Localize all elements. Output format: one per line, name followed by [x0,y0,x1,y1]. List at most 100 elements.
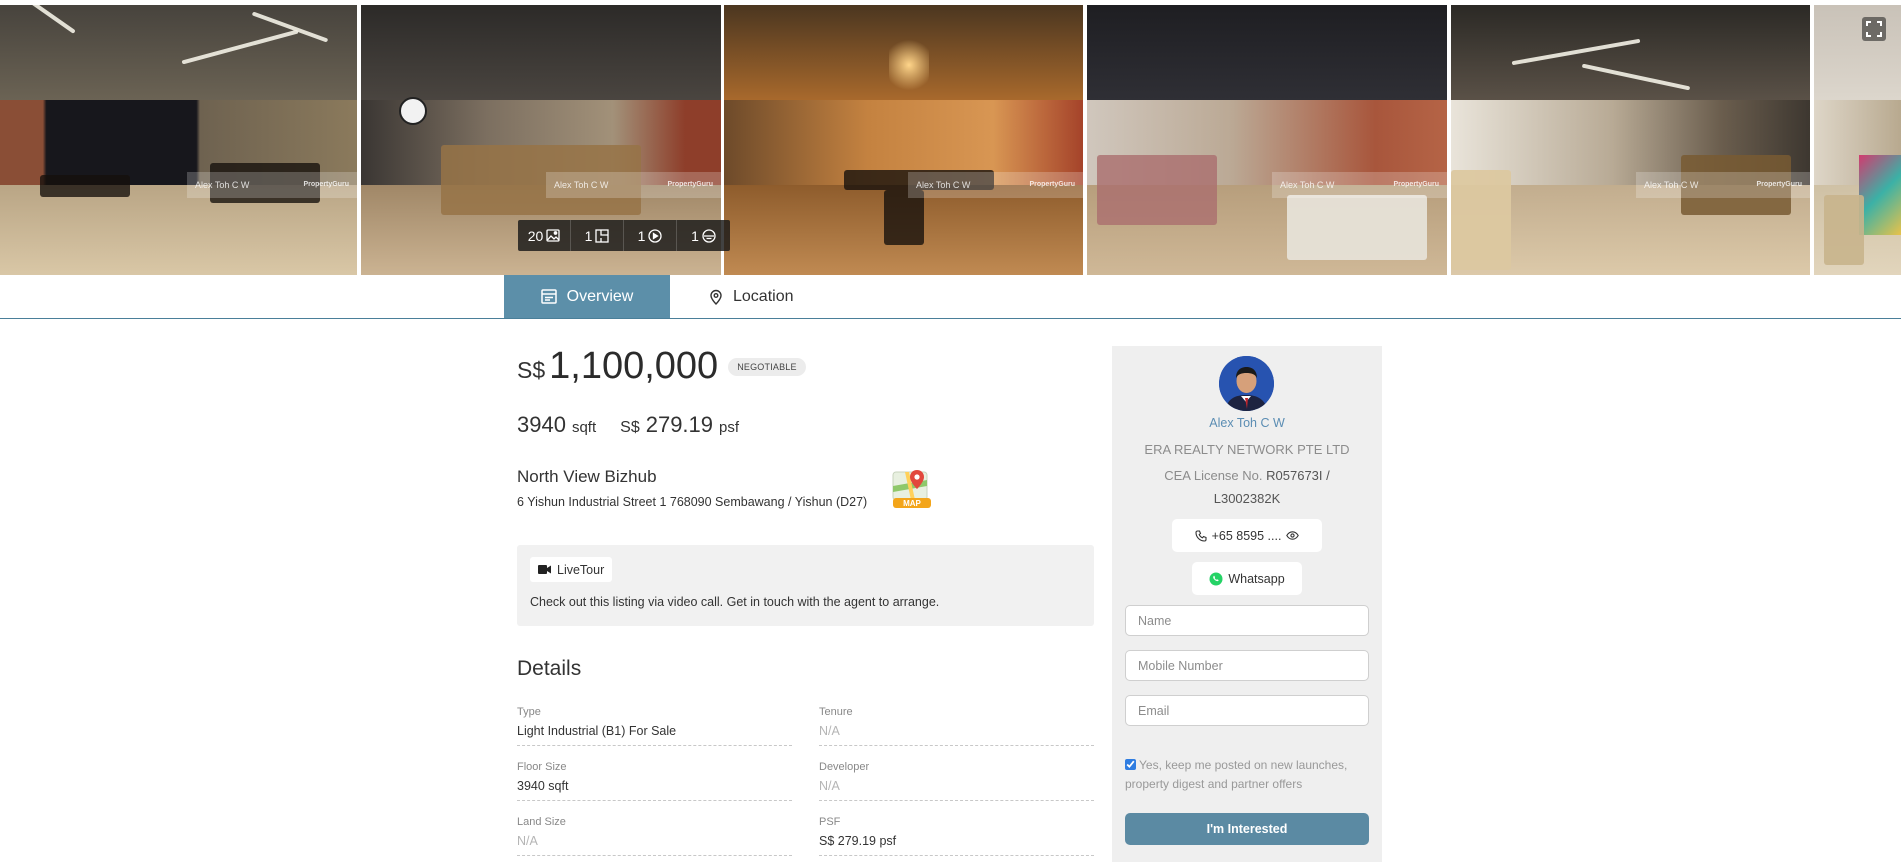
name-field[interactable] [1125,605,1369,636]
photo-watermark: Alex Toh C W PropertyGuru [1636,172,1810,198]
virtual-tour-counter[interactable]: 1 [677,220,730,251]
consent-label: Yes, keep me posted on new launches, pro… [1125,758,1348,791]
photo-artwork [1859,155,1901,235]
photos-counter[interactable]: 20 [518,220,571,251]
detail-type: Type Light Industrial (B1) For Sale [517,706,792,746]
detail-label: Tenure [819,706,853,718]
project-address: 6 Yishun Industrial Street 1 768090 Semb… [517,495,868,509]
videos-count: 1 [637,227,646,244]
gallery-photo-6[interactable] [1814,5,1901,275]
location-pin-icon [710,289,722,305]
negotiable-badge: NEGOTIABLE [728,358,806,376]
tab-location[interactable]: Location [709,275,794,318]
whatsapp-icon [1209,572,1223,585]
detail-label: Type [517,706,541,718]
photo-box [1824,195,1864,265]
agent-photo [1219,356,1274,411]
whatsapp-label: Whatsapp [1228,571,1285,586]
photo-sofa [1287,195,1427,260]
detail-value: N/A [819,724,840,738]
gallery-photo-3[interactable]: Alex Toh C W PropertyGuru [724,5,1083,275]
detail-label: Floor Size [517,761,567,773]
detail-tenure: Tenure N/A [819,706,1094,746]
whatsapp-button[interactable]: Whatsapp [1192,562,1302,595]
consent-row: Yes, keep me posted on new launches, pro… [1125,756,1369,794]
livetour-box: LiveTour Check out this listing via vide… [517,545,1094,626]
photo-ceiling [1087,5,1447,100]
map-label: MAP [903,499,921,508]
media-counters: 20 1 1 1 [518,220,730,251]
gallery-photo-4[interactable]: Alex Toh C W PropertyGuru [1087,5,1447,275]
detail-label: Land Size [517,816,566,828]
psf-currency: S$ [620,419,640,436]
phone-icon [1195,529,1207,542]
fullscreen-icon [1866,21,1882,37]
image-icon [546,229,560,242]
details-heading: Details [517,657,582,680]
floor-size-value: 3940 [517,412,566,437]
consent-checkbox[interactable] [1125,759,1136,770]
detail-psf: PSF S$ 279.19 psf [819,816,1094,856]
fullscreen-button[interactable] [1862,17,1886,41]
gallery-photo-5[interactable]: Alex Toh C W PropertyGuru [1451,5,1810,275]
tab-overview[interactable]: Overview [504,275,670,318]
detail-value: 3940 sqft [517,779,569,793]
photo-watermark: Alex Toh C W PropertyGuru [546,172,721,198]
livetour-badge[interactable]: LiveTour [530,557,613,582]
license-label: CEA License No. [1164,468,1263,483]
floorplan-icon [595,228,610,243]
detail-label: Developer [819,761,870,773]
livetour-label: LiveTour [557,562,605,577]
detail-value: N/A [819,779,840,793]
size-row: 3940 sqft S$ 279.19 psf [517,412,739,438]
price-row: S$ 1,100,000 NEGOTIABLE [517,345,806,395]
license-info: CEA License No. R057673I / L3002382K [1152,464,1342,510]
eye-icon [1286,531,1300,540]
detail-floor-size: Floor Size 3940 sqft [517,761,792,801]
tab-overview-label: Overview [566,287,634,305]
virtual-tour-count: 1 [691,227,699,244]
photo-ceiling [1814,5,1901,100]
project-info: North View Bizhub 6 Yishun Industrial St… [517,467,867,509]
email-field[interactable] [1125,695,1369,726]
listing-price: 1,100,000 [549,345,719,387]
floorplans-counter[interactable]: 1 [571,220,624,251]
detail-value: N/A [517,834,538,848]
photo-sofa [1451,170,1511,270]
agent-name[interactable]: Alex Toh C W [1112,416,1382,430]
agency-name: ERA REALTY NETWORK PTE LTD [1144,442,1350,457]
detail-label: PSF [819,816,841,828]
videos-counter[interactable]: 1 [624,220,677,251]
photo-watermark: Alex Toh C W PropertyGuru [1272,172,1447,198]
phone-number-masked: +65 8595 .... [1211,528,1282,543]
overview-icon [540,289,557,304]
psf-value: 279.19 [645,412,714,437]
photo-furniture [884,190,924,245]
video-icon [648,228,663,243]
wall-clock [399,97,427,125]
listing-tabs: Overview Location [0,275,1901,319]
im-interested-button[interactable]: I'm Interested [1125,813,1369,845]
psf-unit: psf [719,419,740,436]
photo-gallery[interactable]: Alex Toh C W PropertyGuru Alex Toh C W Pro… [0,0,1901,275]
photos-count: 20 [527,227,544,244]
video-camera-icon [538,565,551,574]
detail-developer: Developer N/A [819,761,1094,801]
livetour-description: Check out this listing via video call. G… [530,595,940,609]
mobile-number-field[interactable] [1125,650,1369,681]
photo-watermark: Alex Toh C W PropertyGuru [908,172,1083,198]
floor-size-unit: sqft [571,419,597,436]
photo-ceiling [361,5,721,100]
map-button[interactable]: MAP [889,466,933,510]
detail-value: Light Industrial (B1) For Sale [517,724,677,738]
detail-land-size: Land Size N/A [517,816,792,856]
detail-value: S$ 279.19 psf [819,834,897,848]
photo-furniture [40,175,130,197]
photo-watermark: Alex Toh C W PropertyGuru [187,172,357,198]
reveal-phone-button[interactable]: +65 8595 .... [1172,519,1322,552]
gallery-photo-1[interactable]: Alex Toh C W PropertyGuru [0,5,357,275]
price-currency: S$ [517,357,546,383]
photo-clutter [1097,155,1217,225]
agent-avatar[interactable] [1219,356,1274,411]
project-name[interactable]: North View Bizhub [517,467,867,487]
